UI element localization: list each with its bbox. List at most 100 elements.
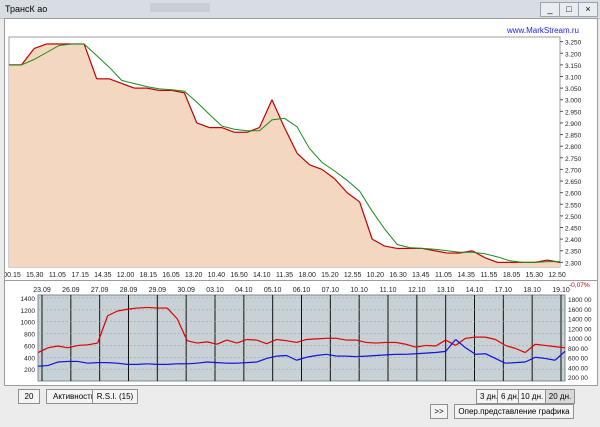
- red-series-segment: [306, 338, 317, 341]
- blue-series-segment: [236, 362, 247, 364]
- volume-axis-label-right: 1400 00: [568, 317, 592, 324]
- volume-chart: -0,07% 23.09 26.09 27.09 28.09 29.09 30.09 03.1…: [21, 282, 592, 382]
- time-axis-label: 18.00: [298, 272, 316, 279]
- blue-series-segment: [405, 353, 416, 355]
- time-axis-label: 13.45: [412, 272, 430, 279]
- time-axis-label: 11.05: [49, 272, 66, 279]
- volume-axis-label-right: 1800 00: [568, 297, 592, 304]
- blue-series-segment: [187, 362, 198, 365]
- blue-series-segment: [346, 355, 357, 358]
- price-axis-label: 3.000: [565, 98, 582, 105]
- volume-axis-label-left: 400: [24, 355, 35, 362]
- date-axis-label: 12.10: [408, 287, 426, 294]
- price-axis-label: 2.950: [565, 109, 582, 116]
- volume-axis-label-left: 800: [24, 332, 35, 339]
- date-axis-label: 04.10: [235, 287, 253, 294]
- price-axis-label: 3.100: [565, 74, 582, 81]
- maximize-button[interactable]: □: [559, 2, 579, 17]
- date-axis-label: 05.10: [264, 287, 282, 294]
- minimize-button[interactable]: _: [540, 2, 560, 17]
- period-input[interactable]: 20: [18, 389, 40, 404]
- volume-axis-label-right: 1000 00: [568, 336, 592, 343]
- price-axis-label: 2.750: [565, 156, 582, 163]
- blue-series-segment: [415, 352, 426, 355]
- time-axis-label: 10.40: [208, 272, 226, 279]
- date-axis-label: 28.09: [120, 287, 138, 294]
- blue-series-segment: [425, 351, 436, 354]
- time-axis-label: 15.20: [321, 272, 339, 279]
- blue-series-segment: [57, 360, 68, 363]
- time-axis-label: 16.50: [230, 272, 248, 279]
- blue-series-segment: [207, 361, 218, 364]
- volume-axis-label-right: 1200 00: [568, 326, 592, 333]
- volume-axis-label-left: 600: [24, 343, 35, 350]
- time-axis-label: 12.50: [548, 272, 566, 279]
- time-axis-label: 15.30: [26, 272, 44, 279]
- blue-series-segment: [276, 354, 287, 357]
- price-axis-label: 2.650: [565, 179, 582, 186]
- window-title: ТрансК ао: [5, 4, 48, 14]
- date-axis-label: 10.10: [350, 287, 368, 294]
- price-axis-label: 2.500: [565, 214, 582, 221]
- blue-series-segment: [376, 354, 387, 357]
- volume-axis-label-right: 400 00: [568, 365, 588, 372]
- close-button[interactable]: ×: [578, 2, 598, 17]
- blue-series-segment: [87, 362, 98, 364]
- time-axis-label: 13.20: [185, 272, 203, 279]
- blue-series-segment: [366, 354, 377, 357]
- price-axis-label: 3.200: [565, 51, 582, 58]
- scroll-right-button[interactable]: >>: [430, 404, 448, 419]
- time-axis-label: 11.35: [276, 272, 293, 279]
- blue-series-segment: [475, 353, 486, 355]
- price-axis-label: 2.450: [565, 226, 582, 233]
- blue-series-segment: [246, 361, 257, 364]
- red-series-segment: [316, 337, 327, 340]
- blue-series-segment: [385, 353, 396, 356]
- red-series-segment: [137, 306, 148, 309]
- date-axis-label: 27.09: [91, 287, 109, 294]
- time-axis-label: 11.05: [435, 272, 452, 279]
- window-titlebar: ТрансК ао _ □ ×: [0, 0, 600, 19]
- price-axis-label: 2.850: [565, 133, 582, 140]
- volume-axis-label-right: 200 00: [568, 375, 588, 382]
- time-axis-label: 00.15: [5, 272, 21, 279]
- price-axis-label: 2.350: [565, 249, 582, 256]
- range-10-button[interactable]: 10 дн.: [518, 389, 546, 404]
- volume-axis-label-right: 800 00: [568, 346, 588, 353]
- price-axis-label: 3.250: [565, 40, 582, 47]
- time-axis-label: 11.55: [480, 272, 497, 279]
- date-axis-label: 13.10: [437, 287, 455, 294]
- date-axis-label: 17.10: [495, 287, 513, 294]
- time-axis-label: 12.55: [344, 272, 362, 279]
- time-axis-label: 12.00: [117, 272, 135, 279]
- date-axis-label: 19.10: [552, 287, 570, 294]
- blue-series-segment: [107, 362, 118, 364]
- price-chart: 3.250 3.200 3.150 3.100 3.050 3.000 2.950 2.900…: [5, 36, 582, 279]
- red-series-segment: [376, 341, 387, 344]
- volume-axis-label-right: 1600 00: [568, 307, 592, 314]
- blue-series-segment: [167, 363, 178, 365]
- time-axis-label: 15.30: [526, 272, 544, 279]
- rsi-button[interactable]: R.S.I. (15): [92, 389, 138, 404]
- price-area: [9, 44, 560, 267]
- volume-axis-label-left: 1200: [21, 308, 36, 315]
- red-series-segment: [77, 344, 88, 347]
- time-axis-label: 14.35: [94, 272, 112, 279]
- price-axis-label: 2.800: [565, 144, 582, 151]
- blue-series-segment: [505, 362, 516, 364]
- time-axis-label: 17.15: [71, 272, 89, 279]
- blue-series-segment: [137, 363, 148, 365]
- blue-series-segment: [356, 355, 367, 358]
- range-20-button[interactable]: 20 дн.: [545, 389, 575, 404]
- volume-axis-label-left: 1400: [21, 296, 36, 303]
- date-axis-label: 30.09: [177, 287, 195, 294]
- oper-view-button[interactable]: Опер.представление графика: [454, 404, 574, 419]
- date-axis-label: 07.10: [322, 287, 340, 294]
- time-axis-label: 14.35: [457, 272, 475, 279]
- price-axis-label: 3.150: [565, 63, 582, 70]
- date-axis-label: 03.10: [206, 287, 224, 294]
- volume-chart-panel: -0,07% 23.09 26.09 27.09 28.09 29.09 30.09 03.1…: [4, 280, 598, 386]
- price-chart-panel: www.MarkStream.ru 3.250 3.200 3.150 3.100 3.…: [4, 18, 598, 282]
- time-axis-label: 18.15: [139, 272, 157, 279]
- blue-series-segment: [216, 362, 227, 364]
